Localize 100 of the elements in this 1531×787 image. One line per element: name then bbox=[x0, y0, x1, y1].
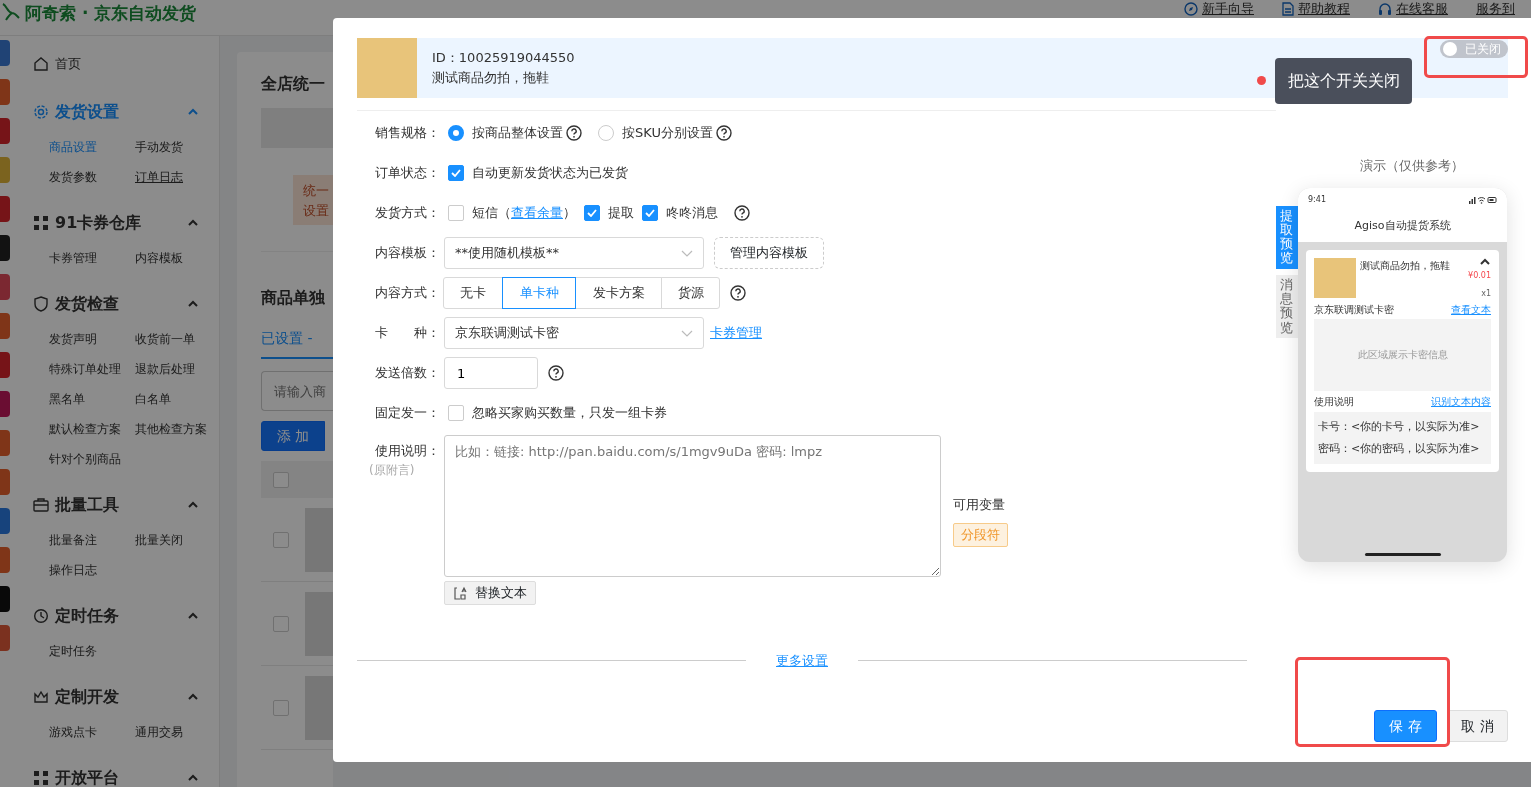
crown-icon bbox=[33, 689, 49, 705]
menu-item[interactable]: 黑名单 bbox=[49, 384, 135, 414]
app-icon[interactable] bbox=[0, 469, 10, 495]
segment-tab[interactable]: 货源 bbox=[661, 277, 720, 309]
chevron-up-icon bbox=[1479, 257, 1491, 266]
link[interactable]: 查看文本 bbox=[1451, 301, 1491, 317]
app-icon[interactable] bbox=[0, 391, 10, 417]
checkbox[interactable] bbox=[273, 531, 289, 548]
checkbox[interactable] bbox=[273, 699, 289, 716]
app-icon[interactable] bbox=[0, 79, 10, 105]
preview-tab[interactable]: 消息预览 bbox=[1276, 274, 1298, 338]
manage-templates-button[interactable]: 管理内容模板 bbox=[714, 237, 824, 269]
app-title: 阿奇索 · 京东自动发货 bbox=[25, 2, 197, 25]
usage-text: 卡号：<你的卡号，以实际为准>密码：<你的密码，以实际为准> bbox=[1314, 411, 1491, 464]
card-info-area: 此区域展示卡密信息 bbox=[1314, 318, 1491, 391]
app-icon[interactable] bbox=[0, 235, 10, 261]
checkbox[interactable] bbox=[448, 405, 464, 421]
menu-item[interactable]: 操作日志 bbox=[49, 555, 135, 585]
field-label: 销售规格： bbox=[374, 124, 440, 143]
search-field[interactable]: 请输入商 bbox=[261, 371, 333, 411]
checkbox[interactable] bbox=[273, 471, 289, 488]
menu-item[interactable]: 针对个别商品 bbox=[49, 444, 135, 474]
checkbox[interactable] bbox=[584, 205, 600, 221]
link[interactable]: 识别文本内容 bbox=[1431, 393, 1491, 409]
app-icon[interactable] bbox=[0, 625, 10, 651]
marker-dot bbox=[1257, 76, 1266, 85]
menu-group-title[interactable]: 91卡券仓库 bbox=[55, 211, 142, 235]
add-button[interactable]: 添 加 bbox=[261, 421, 326, 451]
link[interactable]: 查看余量 bbox=[511, 205, 563, 221]
menu-item[interactable]: 批量备注 bbox=[49, 525, 135, 555]
menu-item[interactable]: 订单日志 bbox=[135, 162, 219, 192]
number-field[interactable]: 1 bbox=[444, 357, 538, 389]
menu-item[interactable]: 游戏点卡 bbox=[49, 717, 135, 747]
app-icon[interactable] bbox=[0, 352, 10, 378]
menu-item[interactable]: 退款后处理 bbox=[135, 354, 219, 384]
radio-option[interactable]: 按商品整体设置 bbox=[448, 123, 563, 143]
checkbox[interactable] bbox=[273, 615, 289, 632]
menu-item[interactable]: 发货声明 bbox=[49, 324, 135, 354]
toolbox-icon bbox=[33, 497, 49, 513]
menu-item[interactable]: 通用交易 bbox=[135, 717, 219, 747]
replace-icon bbox=[453, 586, 467, 600]
checkbox[interactable] bbox=[448, 205, 464, 221]
checkbox[interactable] bbox=[642, 205, 658, 221]
app-title: Agiso自动提货系统 bbox=[1353, 217, 1452, 234]
menu-group-title[interactable]: 定制开发 bbox=[55, 685, 119, 709]
chevron-down-icon bbox=[681, 329, 693, 337]
segment-tab[interactable]: 无卡 bbox=[443, 277, 503, 309]
app-icon[interactable] bbox=[0, 547, 10, 573]
menu-item[interactable]: 内容模板 bbox=[135, 243, 219, 273]
menu-item[interactable]: 卡券管理 bbox=[49, 243, 135, 273]
menu-group-title[interactable]: 定时任务 bbox=[55, 604, 119, 628]
app-icon[interactable] bbox=[0, 586, 10, 612]
placeholder-bar bbox=[261, 108, 333, 148]
app-icon[interactable] bbox=[0, 40, 10, 66]
app-icon[interactable] bbox=[0, 274, 10, 300]
menu-item[interactable]: 定时任务 bbox=[49, 636, 135, 666]
checkbox[interactable] bbox=[448, 165, 464, 181]
header-link[interactable]: 服务到 bbox=[1476, 1, 1517, 16]
app-icon[interactable] bbox=[0, 313, 10, 339]
preview-tab[interactable]: 提取预览 bbox=[1276, 205, 1298, 269]
nav-link-text[interactable]: 首页 bbox=[55, 54, 81, 74]
home-icon bbox=[33, 56, 49, 72]
text-area[interactable]: 比如：链接: http://pan.baidu.com/s/1mgv9uDa 密码: lmpz bbox=[444, 435, 941, 577]
app-icon[interactable] bbox=[0, 508, 10, 534]
photo-placeholder bbox=[1314, 257, 1356, 298]
link[interactable]: 卡券管理 bbox=[710, 323, 762, 343]
section-title: 商品单独 bbox=[261, 287, 326, 309]
menu-item[interactable]: 收货前一单 bbox=[135, 324, 219, 354]
menu-group-title[interactable]: 发货检查 bbox=[55, 292, 119, 316]
app-icon[interactable] bbox=[0, 157, 10, 183]
gear-icon bbox=[33, 104, 49, 120]
select-field[interactable]: 京东联调测试卡密 bbox=[444, 317, 704, 349]
option-text: 忽略买家购买数量，只发一组卡券 bbox=[472, 404, 667, 423]
menu-item[interactable]: 批量关闭 bbox=[135, 525, 219, 555]
app-icon[interactable] bbox=[0, 118, 10, 144]
save-button[interactable]: 保 存 bbox=[1374, 710, 1437, 742]
header-link[interactable]: 帮助教程 bbox=[1282, 1, 1350, 16]
menu-item[interactable]: 白名单 bbox=[135, 384, 219, 414]
menu-item[interactable]: 其他检查方案 bbox=[135, 414, 219, 444]
photo-placeholder bbox=[357, 38, 417, 98]
usage-title: 使用说明 bbox=[1314, 394, 1354, 409]
menu-item[interactable]: 发货参数 bbox=[49, 162, 135, 192]
replace-text-button[interactable]: 替换文本 bbox=[444, 581, 536, 605]
segment-tab[interactable]: 发卡方案 bbox=[575, 277, 662, 309]
menu-item[interactable]: 特殊订单处理 bbox=[49, 354, 135, 384]
select-field[interactable]: **使用随机模板** bbox=[444, 237, 704, 269]
header-link[interactable]: 在线客服 bbox=[1378, 1, 1448, 16]
cancel-button[interactable]: 取 消 bbox=[1447, 710, 1508, 742]
menu-item[interactable]: 手动发货 bbox=[135, 132, 219, 162]
header-link[interactable]: 新手向导 bbox=[1184, 1, 1254, 16]
menu-item[interactable]: 默认检查方案 bbox=[49, 414, 135, 444]
segment-tab[interactable]: 单卡种 bbox=[502, 277, 576, 309]
menu-group-title[interactable]: 开放平台 bbox=[55, 766, 119, 787]
option-text: 自动更新发货状态为已发货 bbox=[472, 164, 628, 183]
app-icon[interactable] bbox=[0, 430, 10, 456]
more-settings-link[interactable]: 更多设置 bbox=[746, 650, 858, 670]
menu-group-title[interactable]: 批量工具 bbox=[55, 493, 119, 517]
app-icon[interactable] bbox=[0, 196, 10, 222]
radio-option[interactable]: 按SKU分别设置 bbox=[598, 123, 713, 143]
field-label: 内容模板： bbox=[374, 244, 440, 263]
